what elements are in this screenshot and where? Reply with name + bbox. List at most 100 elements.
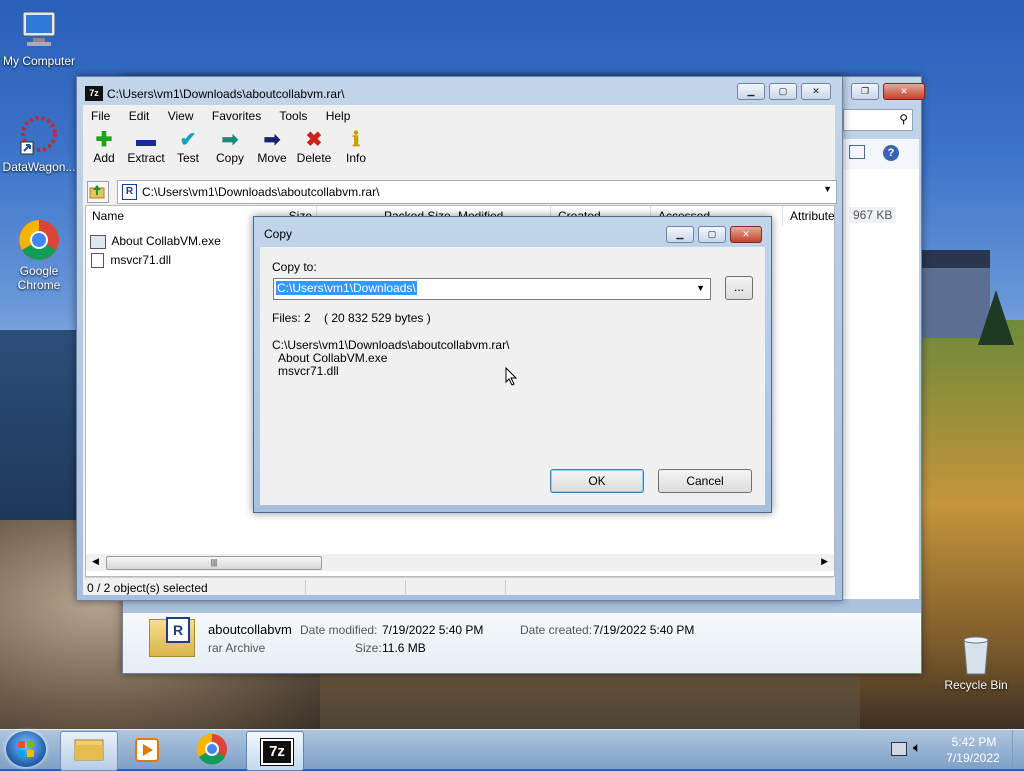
start-button[interactable] — [6, 731, 46, 767]
windows-logo-icon — [18, 741, 34, 757]
horizontal-scrollbar[interactable]: ◀ ||| ▶ — [86, 554, 834, 571]
clock-time[interactable]: 5:42 PM — [946, 735, 1002, 749]
taskbar-media-player-button[interactable] — [120, 731, 176, 769]
desktop-icon-label: Recycle Bin — [944, 678, 1008, 692]
toolbar-delete-button[interactable]: ✖ Delete — [293, 129, 335, 165]
extract-icon: ▬ — [136, 129, 156, 151]
files-info: Files: 2 ( 20 832 529 bytes ) — [272, 311, 431, 325]
column-attributes[interactable]: Attributes — [784, 206, 834, 226]
desktop-icon-datawagon[interactable]: DataWagon... — [1, 114, 77, 174]
details-created-label: Date created: — [520, 623, 593, 637]
desktop-icon-label: My Computer — [2, 54, 76, 68]
copy-to-label: Copy to: — [272, 260, 317, 274]
desktop-icon-google-chrome[interactable]: Google Chrome — [1, 218, 77, 292]
folder-up-icon — [89, 185, 105, 199]
my-computer-icon — [17, 8, 61, 52]
sevenzip-minimize-button[interactable]: ▁ — [737, 83, 765, 100]
folder-icon — [74, 739, 104, 761]
copy-icon: ➡ — [221, 129, 239, 151]
toolbar-info-button[interactable]: ℹ Info — [335, 129, 377, 165]
toolbar-copy-button[interactable]: ➡ Copy — [209, 129, 251, 165]
move-icon: ➡ — [263, 129, 281, 151]
help-icon[interactable]: ? — [883, 145, 899, 161]
taskbar-explorer-button[interactable] — [60, 731, 118, 771]
browse-button[interactable]: ... — [725, 276, 753, 300]
toolbar-label: Copy — [215, 151, 244, 165]
desktop-icon-label: DataWagon... — [2, 160, 76, 174]
details-modified-label: Date modified: — [300, 623, 378, 637]
toolbar-test-button[interactable]: ✔ Test — [167, 129, 209, 165]
menu-favorites[interactable]: Favorites — [212, 109, 261, 123]
desktop-icon-recycle-bin[interactable]: Recycle Bin — [936, 632, 1016, 692]
taskbar-7zip-button[interactable]: 7z — [246, 731, 304, 771]
details-size-value: 11.6 MB — [382, 641, 426, 655]
7zip-icon: 7z — [260, 738, 294, 766]
show-desktop-button[interactable] — [1012, 730, 1024, 768]
column-name[interactable]: Name — [86, 206, 253, 226]
toolbar-add-button[interactable]: ✚ Add — [83, 129, 125, 165]
menu-edit[interactable]: Edit — [129, 109, 150, 123]
rar-small-icon: R — [122, 184, 137, 200]
copy-dialog: Copy ▁ ▢ ✕ Copy to: C:\Users\vm1\Downloa… — [253, 216, 772, 513]
mouse-cursor-icon — [505, 367, 518, 386]
copy-maximize-button[interactable]: ▢ — [698, 226, 726, 243]
search-icon: ⚲ — [899, 112, 908, 126]
menu-view[interactable]: View — [168, 109, 194, 123]
menu-tools[interactable]: Tools — [279, 109, 307, 123]
toolbar-label: Test — [176, 151, 199, 165]
menu-help[interactable]: Help — [326, 109, 351, 123]
media-player-icon — [135, 738, 159, 762]
sevenzip-maximize-button[interactable]: ▢ — [769, 83, 797, 100]
explorer-close-button[interactable]: ✕ — [883, 83, 925, 100]
taskbar: 7z 🔈︎ 5:42 PM 7/19/2022 — [0, 729, 1024, 771]
toolbar-move-button[interactable]: ➡ Move — [251, 129, 293, 165]
toolbar-label: Move — [257, 151, 287, 165]
preview-pane-icon[interactable] — [849, 145, 865, 159]
desktop-icon-my-computer[interactable]: My Computer — [1, 8, 77, 68]
combobox-dropdown-icon[interactable]: ▼ — [696, 283, 705, 293]
scroll-right-icon[interactable]: ▶ — [821, 556, 828, 567]
details-created-value: 7/19/2022 5:40 PM — [593, 623, 695, 637]
toolbar-label: Extract — [127, 151, 165, 165]
copy-to-combobox[interactable]: C:\Users\vm1\Downloads\ ▼ — [273, 278, 711, 300]
chrome-icon — [196, 733, 227, 765]
clock-date[interactable]: 7/19/2022 — [940, 751, 1006, 765]
copy-close-button[interactable]: ✕ — [730, 226, 762, 243]
file-row[interactable]: About CollabVM.exe — [90, 234, 250, 252]
size-fragment: 967 KB — [849, 207, 897, 223]
network-tray-icon[interactable] — [891, 742, 907, 756]
menu-file[interactable]: File — [91, 109, 110, 123]
add-icon: ✚ — [95, 129, 113, 151]
explorer-restore-button[interactable]: ❐ — [851, 83, 879, 100]
desktop-icon-label: Google Chrome — [17, 264, 61, 292]
test-icon: ✔ — [179, 129, 197, 151]
scroll-thumb[interactable]: ||| — [106, 556, 322, 570]
address-bar[interactable]: R C:\Users\vm1\Downloads\aboutcollabvm.r… — [117, 180, 837, 204]
scroll-left-icon[interactable]: ◀ — [92, 556, 99, 567]
source-file: About CollabVM.exe — [278, 351, 388, 365]
explorer-search-box[interactable]: ⚲ — [843, 109, 913, 131]
file-row[interactable]: msvcr71.dll — [90, 253, 250, 271]
delete-icon: ✖ — [305, 129, 323, 151]
details-filetype: rar Archive — [208, 641, 266, 655]
address-text: C:\Users\vm1\Downloads\aboutcollabvm.rar… — [142, 185, 380, 199]
copy-dialog-title: Copy — [264, 227, 293, 241]
source-file: msvcr71.dll — [278, 364, 339, 378]
file-name: About CollabVM.exe — [111, 234, 221, 248]
taskbar-chrome-button[interactable] — [184, 731, 240, 769]
ok-button[interactable]: OK — [550, 469, 644, 493]
details-modified-value: 7/19/2022 5:40 PM — [382, 623, 484, 637]
copy-minimize-button[interactable]: ▁ — [666, 226, 694, 243]
file-name: msvcr71.dll — [110, 253, 172, 267]
cancel-button[interactable]: Cancel — [658, 469, 752, 493]
toolbar-label: Add — [93, 151, 115, 165]
sevenzip-menubar: File Edit View Favorites Tools Help — [91, 109, 365, 123]
address-dropdown-icon[interactable]: ▼ — [823, 184, 832, 194]
status-text: 0 / 2 object(s) selected — [87, 581, 208, 595]
volume-tray-icon[interactable]: 🔈︎ — [913, 739, 921, 756]
up-folder-button[interactable] — [87, 181, 109, 203]
toolbar-extract-button[interactable]: ▬ Extract — [125, 129, 167, 165]
sevenzip-close-button[interactable]: ✕ — [801, 83, 831, 100]
toolbar-label: Info — [345, 151, 366, 165]
copy-to-path[interactable]: C:\Users\vm1\Downloads\ — [276, 281, 417, 295]
